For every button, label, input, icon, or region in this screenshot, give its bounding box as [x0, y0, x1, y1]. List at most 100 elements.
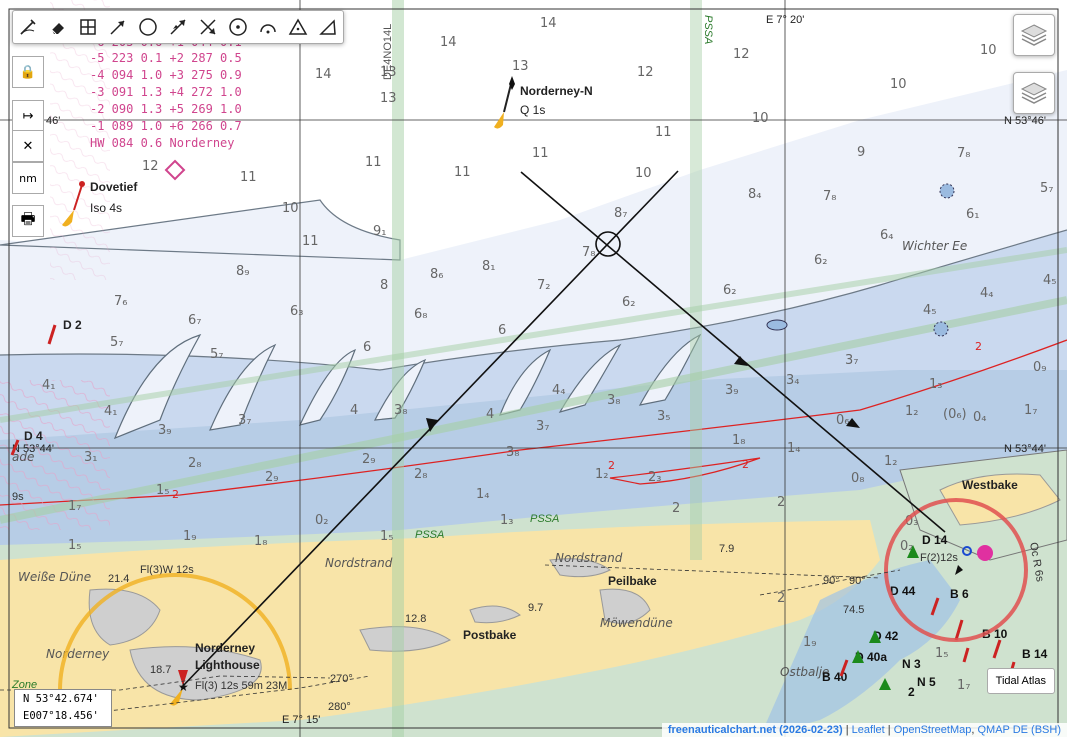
svg-text:12: 12: [637, 65, 654, 80]
circle-icon[interactable]: [133, 11, 163, 43]
svg-text:1₄: 1₄: [476, 487, 489, 502]
mark-d44: D 44: [890, 584, 916, 598]
unit-button[interactable]: nm: [12, 162, 44, 194]
drawing-toolbar: [12, 10, 344, 44]
nautical-chart-map[interactable]: E 7° 20' E 7° 15' 46' N 53°46' N 53°44' …: [0, 0, 1067, 737]
layers-button-2[interactable]: [1013, 72, 1055, 114]
clear-button[interactable]: ✕: [12, 130, 44, 162]
double-arrow-icon[interactable]: [163, 11, 193, 43]
grid-label-right-46: N 53°46': [1004, 115, 1046, 127]
label-280: 280°: [328, 701, 351, 713]
label-pssa-1: PSSA: [415, 529, 444, 541]
attribution-osm-link[interactable]: OpenStreetMap: [894, 724, 972, 736]
svg-text:2: 2: [672, 501, 680, 516]
svg-text:10: 10: [282, 201, 299, 216]
svg-text:13: 13: [512, 59, 529, 74]
target-icon[interactable]: [223, 11, 253, 43]
grid-label-right-44: N 53°44': [1004, 443, 1046, 455]
label-wichter-ee: Wichter Ee: [902, 239, 967, 253]
label-270: 270°: [330, 673, 353, 685]
svg-text:6₂: 6₂: [723, 283, 736, 298]
layers-button-1[interactable]: [1013, 14, 1055, 56]
label-nordstrand-2: Nordstrand: [555, 551, 623, 565]
svg-text:5₇: 5₇: [110, 335, 123, 350]
svg-text:2: 2: [777, 591, 785, 606]
lock-button[interactable]: 🔒: [12, 56, 44, 88]
svg-text:8₇: 8₇: [614, 206, 627, 221]
svg-text:14: 14: [440, 35, 457, 50]
svg-text:7₆: 7₆: [114, 294, 127, 309]
mark-n2: 2: [908, 685, 915, 699]
wreck-marker3-icon[interactable]: [766, 319, 788, 331]
label-weisse-duene: Weiße Düne: [18, 570, 91, 584]
close-icon: ✕: [22, 138, 34, 154]
triangle-icon[interactable]: [283, 11, 313, 43]
attribution-leaflet-link[interactable]: Leaflet: [852, 724, 885, 736]
label-postbake: Postbake: [463, 628, 517, 642]
svg-text:11: 11: [302, 234, 319, 249]
svg-text:3₈: 3₈: [394, 403, 407, 418]
arrow-icon[interactable]: [103, 11, 133, 43]
arc-icon[interactable]: [253, 11, 283, 43]
wreck-marker2-icon[interactable]: [933, 321, 949, 337]
svg-text:1₉: 1₉: [183, 529, 196, 544]
svg-text:8₉: 8₉: [236, 264, 249, 279]
cone-icon[interactable]: [313, 11, 343, 43]
label-9-7: 9.7: [528, 602, 543, 614]
label-18-7: 18.7: [150, 664, 171, 676]
svg-text:12: 12: [142, 159, 159, 174]
cross-arrow-icon[interactable]: [193, 11, 223, 43]
svg-text:1₂: 1₂: [905, 404, 918, 419]
svg-text:2₃: 2₃: [648, 470, 661, 485]
svg-text:3₈: 3₈: [506, 445, 519, 460]
svg-text:1₅: 1₅: [380, 529, 393, 544]
depth-contour-label: 2: [975, 340, 982, 353]
svg-text:7₈: 7₈: [957, 146, 970, 161]
cursor-coordinates: N 53°42.674' E007°18.456': [14, 689, 112, 727]
svg-text:1₂: 1₂: [884, 454, 897, 469]
grid-icon[interactable]: [73, 11, 103, 43]
cursor-lon: E007°18.456': [23, 710, 99, 722]
mark-n3: N 3: [902, 657, 921, 671]
svg-text:6₂: 6₂: [622, 295, 635, 310]
label-f12: F(2)12s: [920, 552, 958, 564]
label-74-5: 74.5: [843, 604, 864, 616]
svg-text:5₇: 5₇: [210, 347, 223, 362]
svg-text:4: 4: [350, 403, 358, 418]
tide-row-6: HW 084 0.6 Norderney: [90, 136, 235, 150]
attribution-qmap-link[interactable]: QMAP DE (BSH): [977, 724, 1061, 736]
label-pssa-2: PSSA: [530, 513, 559, 525]
wreck-marker-icon[interactable]: [939, 183, 955, 199]
attribution-site-link[interactable]: freenauticalchart.net (2026-02-23): [668, 724, 843, 736]
pencil-icon[interactable]: [13, 11, 43, 43]
mark-b14: B 14: [1022, 647, 1048, 661]
svg-text:9: 9: [857, 145, 865, 160]
svg-text:2: 2: [172, 488, 179, 501]
label-21-4: 21.4: [108, 573, 129, 585]
svg-text:2: 2: [777, 495, 785, 510]
svg-text:0₈: 0₈: [851, 471, 864, 486]
print-button[interactable]: 🖶: [12, 205, 44, 237]
svg-text:6: 6: [363, 340, 371, 355]
svg-text:3₅: 3₅: [657, 409, 670, 424]
svg-text:3₇: 3₇: [536, 419, 549, 434]
svg-text:6₄: 6₄: [880, 228, 893, 243]
svg-text:1₇: 1₇: [68, 499, 81, 514]
svg-text:4₄: 4₄: [980, 286, 993, 301]
label-peilbake: Peilbake: [608, 574, 657, 588]
svg-text:13: 13: [380, 91, 397, 106]
tide-row-2: -4 094 1.0 +3 275 0.9: [90, 68, 242, 82]
svg-text:1₃: 1₃: [929, 377, 942, 392]
label-mowenduene: Möwendüne: [600, 616, 673, 630]
mark-b6: B 6: [950, 587, 969, 601]
lock-icon: 🔒: [19, 64, 37, 80]
svg-text:5₇: 5₇: [1040, 181, 1053, 196]
measure-button[interactable]: ↦: [12, 100, 44, 132]
svg-text:3₄: 3₄: [786, 373, 799, 388]
svg-text:1₇: 1₇: [1024, 403, 1037, 418]
label-7-9: 7.9: [719, 543, 734, 555]
tidal-atlas-button[interactable]: Tidal Atlas: [986, 668, 1055, 694]
svg-text:2: 2: [608, 459, 615, 472]
eraser-icon[interactable]: [43, 11, 73, 43]
svg-text:8₄: 8₄: [748, 187, 761, 202]
